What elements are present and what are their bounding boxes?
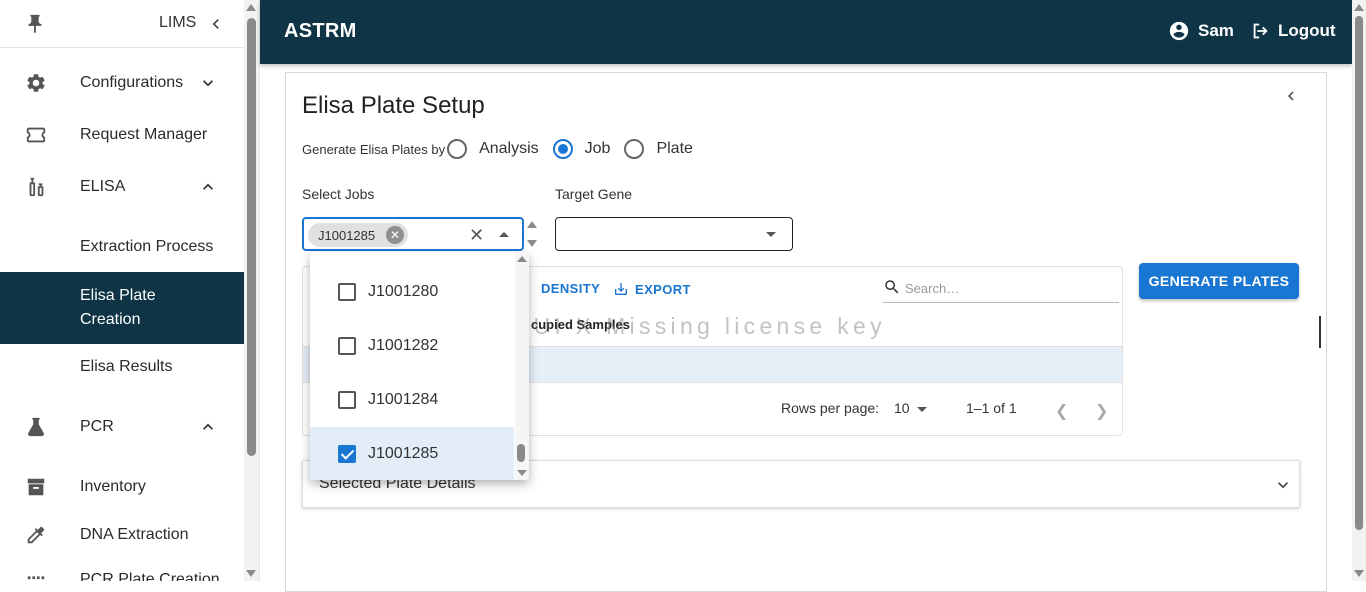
list-item[interactable]: J1001280 <box>310 265 514 319</box>
radio-plate[interactable]: Plate <box>624 139 693 159</box>
sidebar-item-label: Elisa Results <box>80 358 173 375</box>
user-name: Sam <box>1198 21 1234 40</box>
scroll-up-arrow-icon[interactable] <box>517 256 527 262</box>
chevron-down-icon[interactable] <box>1273 475 1293 495</box>
sidebar-item-label: PCR Plate Creation <box>80 571 220 581</box>
scroll-down-arrow-icon[interactable] <box>1354 570 1364 577</box>
page-scrollbar-thumb[interactable] <box>1355 16 1363 530</box>
app-title: ASTRM <box>284 20 357 42</box>
generate-by-radio-group: Generate Elisa Plates by Analysis Job Pl… <box>302 137 707 161</box>
grid-icon <box>24 568 48 581</box>
density-button[interactable]: DENSITY <box>541 281 600 296</box>
select-jobs-autocomplete[interactable]: J1001285 ✕ ✕ <box>302 217 524 251</box>
list-item[interactable]: J1001284 <box>310 373 514 427</box>
sidebar-item-elisa-results[interactable]: Elisa Results <box>0 343 244 391</box>
archive-icon <box>24 475 48 499</box>
gear-icon <box>24 71 48 95</box>
scroll-down-arrow-icon[interactable] <box>517 470 527 476</box>
scroll-down-arrow-icon[interactable] <box>246 570 256 577</box>
grid-search-input[interactable]: Search… <box>883 277 1119 303</box>
pin-icon[interactable] <box>24 13 46 35</box>
chevron-left-icon[interactable] <box>206 14 226 34</box>
list-item[interactable]: J1001285 <box>310 427 514 480</box>
radio-button[interactable] <box>447 139 468 159</box>
sidebar-item-label: Configurations <box>80 74 184 91</box>
scroll-up-arrow-icon[interactable] <box>1354 4 1364 11</box>
sidebar-item-request-manager[interactable]: Request Manager <box>0 111 244 159</box>
pipette-icon <box>24 523 48 547</box>
license-watermark: MUI X Missing license key <box>510 313 886 339</box>
scroll-down-arrow-icon[interactable] <box>527 240 537 247</box>
page-title: Elisa Plate Setup <box>302 92 485 119</box>
arrow-up-icon[interactable] <box>499 232 509 237</box>
dropdown-scrollbar-thumb[interactable] <box>517 444 525 462</box>
scroll-up-arrow-icon[interactable] <box>246 4 256 11</box>
sidebar-item-label: PCR <box>80 418 114 435</box>
radio-analysis[interactable]: Analysis <box>447 139 539 159</box>
list-item[interactable]: J1001282 <box>310 319 514 373</box>
sidebar-item-label: Extraction Process <box>80 238 214 255</box>
sidebar-scrollbar-thumb[interactable] <box>247 18 256 456</box>
sidebar: LIMS Configurations Request Manager ELIS… <box>0 0 260 581</box>
rows-per-page-label: Rows per page: <box>781 400 880 416</box>
target-gene-label: Target Gene <box>555 186 633 202</box>
logout-button[interactable]: Logout <box>1250 20 1336 42</box>
generate-by-label: Generate Elisa Plates by <box>302 141 446 157</box>
sidebar-item-elisa-plate-creation[interactable]: Elisa Plate Creation <box>0 272 244 344</box>
export-button[interactable]: EXPORT <box>613 281 691 297</box>
chevron-up-icon <box>203 423 213 430</box>
resize-handle[interactable] <box>1319 316 1321 348</box>
account-circle-icon <box>1169 21 1189 41</box>
job-chip[interactable]: J1001285 ✕ <box>308 223 408 247</box>
checkbox[interactable] <box>338 337 356 355</box>
app-header: ASTRM Sam Logout <box>260 0 1352 64</box>
download-icon <box>615 283 627 295</box>
generate-plates-button[interactable]: GENERATE PLATES <box>1139 263 1299 299</box>
ticket-icon <box>24 123 48 147</box>
sidebar-item-pcr[interactable]: PCR <box>0 403 244 451</box>
radio-button[interactable] <box>624 139 645 159</box>
sidebar-item-dna-extraction[interactable]: DNA Extraction <box>0 511 244 559</box>
logout-icon <box>1253 23 1268 39</box>
syringe-icon <box>24 175 48 199</box>
sidebar-header: LIMS <box>0 0 244 48</box>
chevron-up-icon <box>203 183 213 190</box>
arrow-down-icon <box>766 232 776 237</box>
radio-job[interactable]: Job <box>552 139 610 159</box>
arrow-down-icon[interactable] <box>917 407 927 412</box>
rows-per-page-select[interactable]: 10 <box>894 400 910 416</box>
checkbox[interactable] <box>338 391 356 409</box>
sidebar-item-inventory[interactable]: Inventory <box>0 463 244 511</box>
sidebar-item-extraction-process[interactable]: Extraction Process <box>0 223 244 271</box>
logout-label: Logout <box>1278 21 1336 40</box>
next-page-icon[interactable]: ❯ <box>1095 401 1108 421</box>
sidebar-item-pcr-plate-creation[interactable]: PCR Plate Creation <box>0 556 244 581</box>
jobs-dropdown-list: J1001280 J1001282 J1001284 J1001285 <box>310 252 529 480</box>
radio-button[interactable] <box>552 139 573 159</box>
search-icon <box>885 280 899 294</box>
user-menu[interactable]: Sam <box>1168 20 1234 42</box>
checkbox[interactable] <box>338 283 356 301</box>
sidebar-item-label: Request Manager <box>80 126 208 143</box>
select-jobs-label: Select Jobs <box>302 186 375 202</box>
flask-icon <box>24 415 48 439</box>
sidebar-item-elisa[interactable]: ELISA <box>0 163 244 211</box>
checkbox[interactable] <box>338 445 356 463</box>
pagination-range: 1–1 of 1 <box>966 400 1017 416</box>
sidebar-item-label: DNA Extraction <box>80 526 189 543</box>
sidebar-item-configurations[interactable]: Configurations <box>0 59 244 107</box>
sidebar-item-label: Inventory <box>80 478 146 495</box>
scroll-up-arrow-icon[interactable] <box>527 221 537 228</box>
sidebar-item-label: Elisa Plate Creation <box>80 287 156 328</box>
target-gene-select[interactable] <box>555 217 793 251</box>
chevron-left-icon[interactable] <box>1282 87 1300 105</box>
sidebar-item-label: ELISA <box>80 178 126 195</box>
chevron-down-icon <box>203 80 213 87</box>
previous-page-icon[interactable]: ❮ <box>1055 401 1068 421</box>
clear-icon[interactable]: ✕ <box>469 225 484 246</box>
chip-remove-icon[interactable]: ✕ <box>386 226 404 244</box>
app-label: LIMS <box>159 14 197 31</box>
